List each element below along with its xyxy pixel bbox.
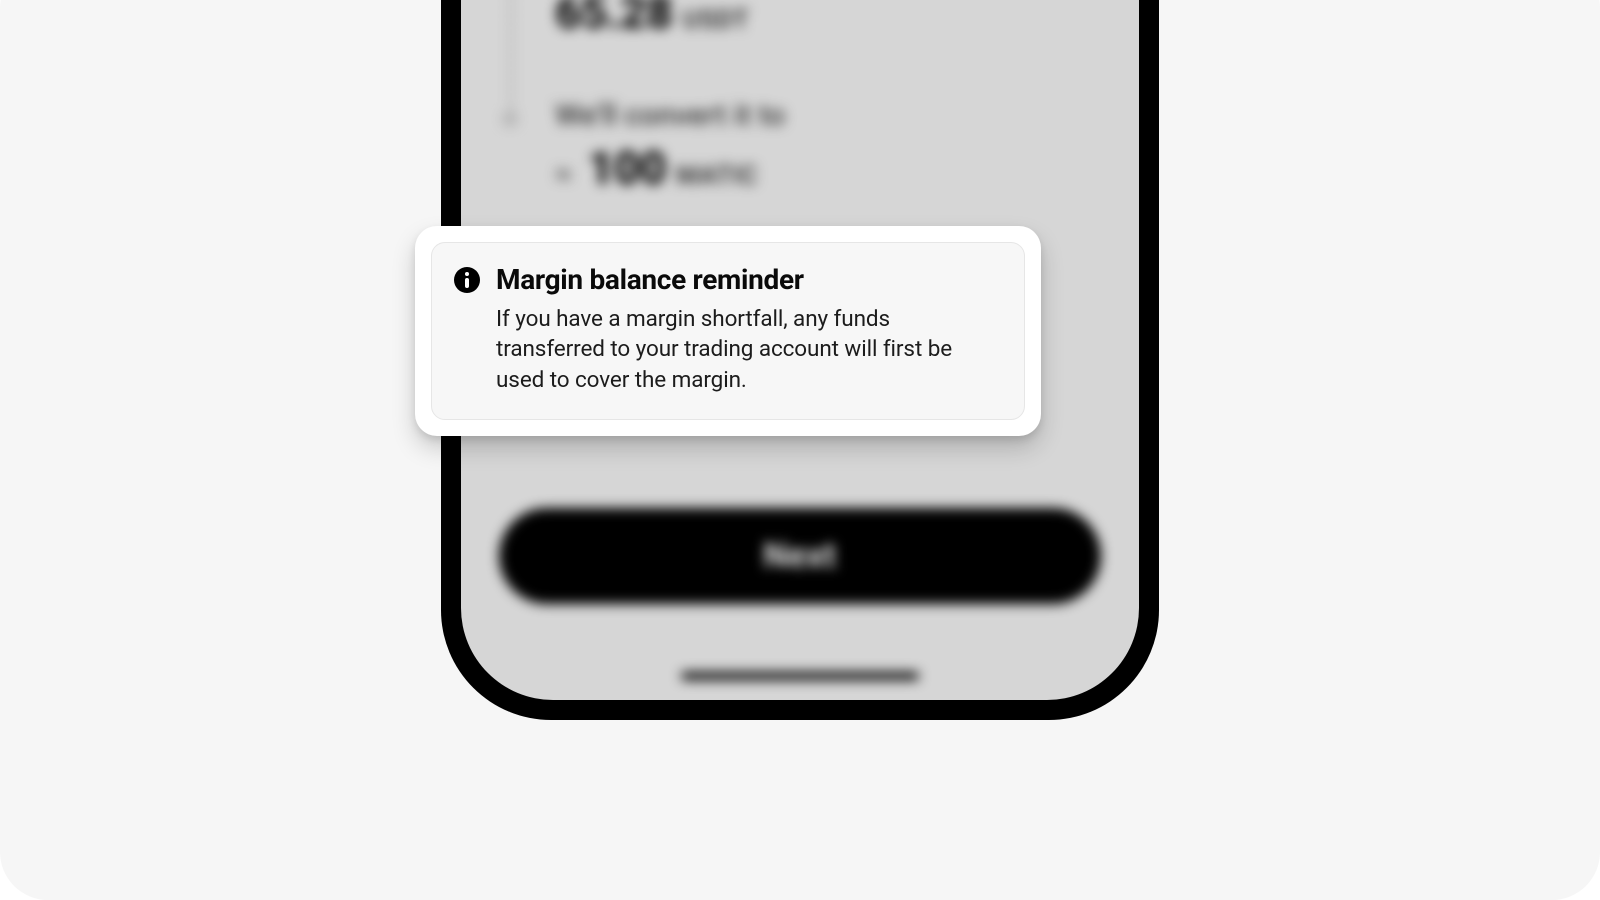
margin-reminder-card: Margin balance reminder If you have a ma…	[415, 226, 1041, 436]
approx-symbol: ≈	[555, 157, 572, 192]
home-indicator[interactable]	[681, 672, 919, 680]
convert-to-label: We'll convert it to	[555, 98, 1103, 133]
next-button[interactable]: Next	[499, 508, 1101, 604]
convert-to-label-row: We'll convert it to	[555, 98, 1103, 133]
margin-reminder-inner: Margin balance reminder If you have a ma…	[431, 242, 1025, 420]
next-button-label: Next	[764, 536, 837, 576]
from-amount-row: 65.28 USDT	[555, 0, 1103, 40]
margin-reminder-title: Margin balance reminder	[496, 263, 1002, 296]
info-icon	[454, 267, 480, 293]
from-amount-value: 65.28	[555, 0, 672, 40]
to-amount-value: 100	[588, 142, 666, 196]
to-amount-row: ≈ 100 MATIC	[555, 142, 1103, 196]
from-amount-currency: USDT	[682, 5, 749, 35]
to-amount-currency: MATIC	[676, 161, 758, 191]
page-background: 65.28 USDT We'll convert it to ≈ 100 MAT…	[0, 0, 1600, 900]
margin-reminder-body: If you have a margin shortfall, any fund…	[496, 304, 1002, 395]
